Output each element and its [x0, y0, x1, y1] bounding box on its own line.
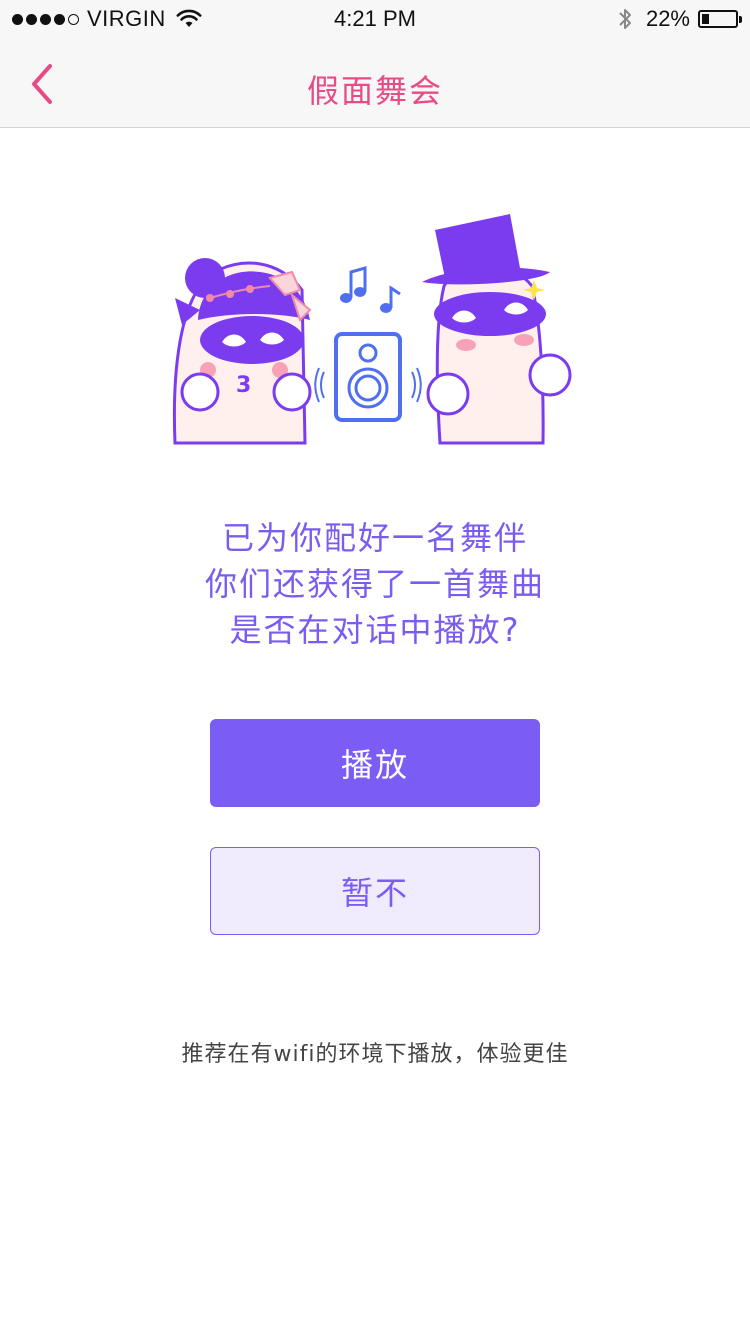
- page-title: 假面舞会: [306, 72, 443, 110]
- battery-level-fill: [702, 14, 709, 24]
- status-right: 22%: [618, 6, 742, 32]
- masquerade-screen: VIRGIN 4:21 PM 22% 假面舞会 3 已为你配好一名舞伴 你们还获…: [0, 0, 750, 1334]
- svg-text:3: 3: [236, 373, 251, 398]
- prompt-line: 是否在对话中播放?: [229, 611, 521, 649]
- gentleman-dancer-illustration: [422, 214, 572, 445]
- girl-dancer-illustration: 3: [172, 258, 312, 445]
- prompt-line: 已为你配好一名舞伴: [221, 519, 528, 557]
- play-button[interactable]: 播放: [210, 719, 540, 807]
- dance-partner-prompt: 已为你配好一名舞伴 你们还获得了一首舞曲 是否在对话中播放?: [0, 515, 750, 653]
- not-now-button[interactable]: 暂不: [210, 847, 540, 935]
- prompt-line: 你们还获得了一首舞曲: [204, 565, 545, 603]
- music-note-icon: [340, 266, 401, 313]
- bluetooth-icon: [619, 9, 631, 29]
- nav-bar: 假面舞会: [0, 40, 750, 128]
- status-bar: VIRGIN 4:21 PM 22%: [0, 0, 750, 40]
- speaker-illustration: [314, 332, 422, 422]
- battery-percent: 22%: [645, 6, 690, 31]
- masquerade-dancers-illustration: 3: [172, 214, 572, 445]
- battery-icon: [698, 10, 742, 28]
- wifi-recommendation-note: 推荐在有wifi的环境下播放，体验更佳: [181, 1042, 569, 1067]
